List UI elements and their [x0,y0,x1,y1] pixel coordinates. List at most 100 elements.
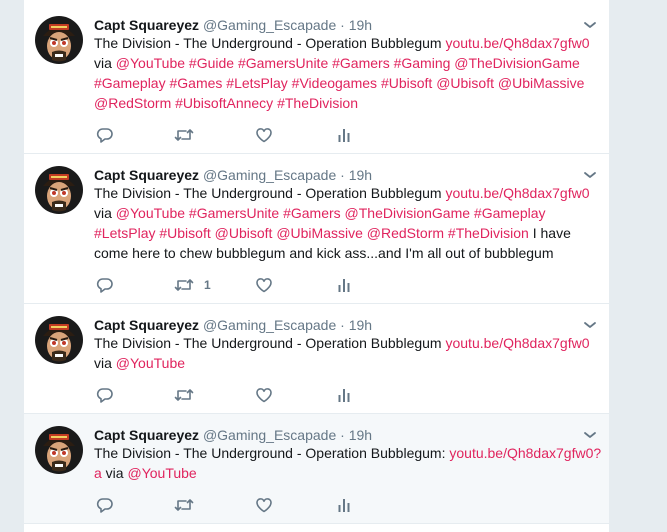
tweet-link[interactable]: #LetsPlay [226,75,287,91]
tweet-link[interactable]: #TheDivision [277,95,358,111]
user-fullname[interactable]: Capt Squareyez [94,167,199,183]
analytics-icon [337,277,351,293]
retweet-icon [174,127,194,143]
user-handle[interactable]: @Gaming_Escapade [203,167,336,183]
tweet-timestamp[interactable]: 19h [349,427,372,443]
tweet-link[interactable]: @UbiMassive [276,225,363,241]
tweet-link[interactable]: #UbisoftAnnecy [175,95,273,111]
tweet-link[interactable]: @RedStorm [367,225,444,241]
avatar[interactable] [35,16,83,64]
tweet-link[interactable]: youtu.be/Qh8dax7gfw0 [445,185,589,201]
tweet-link[interactable]: #TheDivision [448,225,529,241]
tweet-link[interactable]: @YouTube [116,205,185,221]
tweet-text: The Division - The Underground - Operati… [94,183,602,263]
tweet-link[interactable]: youtu.be/Qh8dax7gfw0 [445,335,589,351]
reply-button[interactable] [96,275,114,295]
tweet-link[interactable]: @UbiMassive [498,75,585,91]
user-handle[interactable]: @Gaming_Escapade [203,427,336,443]
tweet-link[interactable]: #Gameplay [94,75,166,91]
user-handle[interactable]: @Gaming_Escapade [203,17,336,33]
tweet[interactable]: Capt Squareyez @Gaming_Escapade · 19h Th… [24,4,609,154]
retweet-button[interactable]: 1 [174,275,211,295]
user-fullname[interactable]: Capt Squareyez [94,17,199,33]
retweet-icon [174,277,194,293]
analytics-button[interactable] [337,125,351,145]
reply-icon [96,387,114,403]
reply-icon [96,497,114,513]
user-fullname[interactable]: Capt Squareyez [94,427,199,443]
tweet-link[interactable]: @TheDivisionGame [345,205,470,221]
like-button[interactable] [255,275,273,295]
chevron-down-icon[interactable] [583,428,597,442]
retweet-icon [174,497,194,513]
tweet-text-segment: via [94,355,116,371]
analytics-icon [337,497,351,513]
tweet-link[interactable]: #Gamers [332,55,390,71]
tweet-link[interactable]: @RedStorm [94,95,171,111]
avatar[interactable] [35,316,83,364]
heart-icon [255,387,273,403]
tweet[interactable]: Capt Squareyez @Gaming_Escapade · 19h Th… [24,414,609,524]
retweet-icon [174,387,194,403]
tweet-link[interactable]: #Games [169,75,222,91]
tweet-link[interactable]: @YouTube [127,465,196,481]
tweet-link[interactable]: @YouTube [116,355,185,371]
heart-icon [255,277,273,293]
heart-icon [255,497,273,513]
avatar[interactable] [35,166,83,214]
tweet-link[interactable]: #Gamers [283,205,341,221]
user-fullname[interactable]: Capt Squareyez [94,317,199,333]
analytics-icon [337,387,351,403]
tweet-text: The Division - The Underground - Operati… [94,333,602,373]
tweet-text-segment: The Division - The Underground - Operati… [94,185,446,201]
tweet-link[interactable]: #Gaming [394,55,451,71]
tweet-link[interactable]: #GamersUnite [238,55,328,71]
tweet-link[interactable]: @YouTube [116,55,185,71]
tweet-link[interactable]: #Guide [189,55,234,71]
tweet-link[interactable]: @TheDivisionGame [454,55,579,71]
like-button[interactable] [255,125,273,145]
tweet-link[interactable]: #Ubisoft [381,75,432,91]
tweet-link[interactable]: #GamersUnite [189,205,279,221]
tweet-link[interactable]: youtu.be/Qh8dax7gfw0 [445,35,589,51]
tweet-link[interactable]: #Gameplay [474,205,546,221]
analytics-button[interactable] [337,275,351,295]
retweet-button[interactable] [174,495,204,515]
tweet-header: Capt Squareyez @Gaming_Escapade · 19h [94,166,372,184]
tweet-header: Capt Squareyez @Gaming_Escapade · 19h [94,316,372,334]
tweet-text-segment: via [101,465,128,481]
retweet-button[interactable] [174,385,204,405]
tweet-text-segment: The Division - The Underground - Operati… [94,445,450,461]
tweet-timestamp[interactable]: 19h [349,17,372,33]
separator-dot: · [340,427,345,443]
user-handle[interactable]: @Gaming_Escapade [203,317,336,333]
tweet[interactable]: Capt Squareyez @Gaming_Escapade · 19h Th… [24,154,609,304]
separator-dot: · [340,317,345,333]
tweet-timestamp[interactable]: 19h [349,317,372,333]
timeline: Capt Squareyez @Gaming_Escapade · 19h Th… [23,0,610,532]
tweet-timestamp[interactable]: 19h [349,167,372,183]
reply-icon [96,127,114,143]
analytics-button[interactable] [337,495,351,515]
reply-button[interactable] [96,125,114,145]
analytics-button[interactable] [337,385,351,405]
tweet-link[interactable]: @Ubisoft [436,75,494,91]
reply-icon [96,277,114,293]
chevron-down-icon[interactable] [583,18,597,32]
like-button[interactable] [255,495,273,515]
tweet[interactable]: Capt Squareyez @Gaming_Escapade · 19h Th… [24,304,609,414]
tweet-link[interactable]: #LetsPlay [94,225,155,241]
tweet-link[interactable]: @Ubisoft [215,225,273,241]
chevron-down-icon[interactable] [583,318,597,332]
reply-button[interactable] [96,385,114,405]
separator-dot: · [340,17,345,33]
tweet-link[interactable]: #Ubisoft [159,225,210,241]
chevron-down-icon[interactable] [583,168,597,182]
avatar[interactable] [35,426,83,474]
like-button[interactable] [255,385,273,405]
tweet-link[interactable]: #Videogames [292,75,377,91]
reply-button[interactable] [96,495,114,515]
retweet-button[interactable] [174,125,204,145]
tweet-header: Capt Squareyez @Gaming_Escapade · 19h [94,426,372,444]
separator-dot: · [340,167,345,183]
